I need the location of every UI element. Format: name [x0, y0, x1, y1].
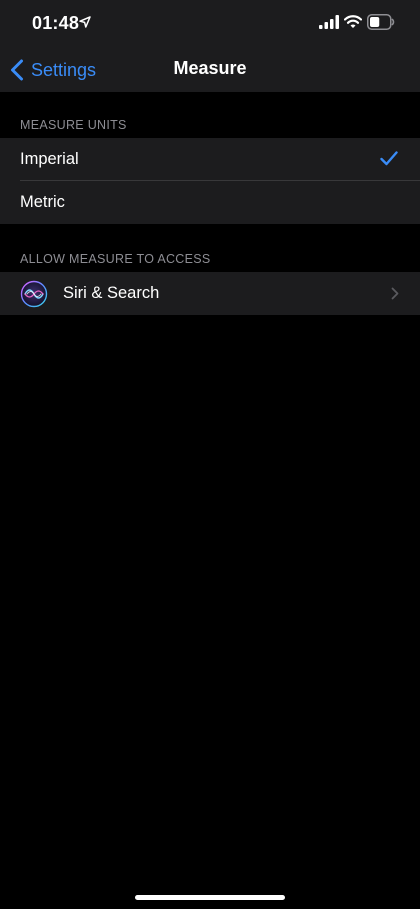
back-button-label: Settings	[31, 59, 97, 80]
unit-option-imperial[interactable]: Imperial	[0, 138, 420, 181]
section-header-allow-access: ALLOW MEASURE TO ACCESS	[20, 252, 211, 266]
back-button[interactable]: Settings	[10, 56, 96, 84]
chevron-left-icon	[11, 59, 23, 81]
location-arrow-icon	[79, 16, 91, 28]
section-header-measure-units: MEASURE UNITS	[20, 118, 127, 132]
status-time: 01:48	[32, 13, 80, 33]
siri-icon	[20, 280, 48, 308]
battery-icon	[367, 14, 395, 30]
chevron-right-icon	[391, 287, 399, 300]
cellular-signal-icon	[319, 15, 339, 29]
wifi-icon	[344, 15, 362, 28]
checkmark-icon	[380, 151, 398, 166]
siri-search-row[interactable]: Siri & Search	[0, 272, 420, 315]
unit-option-label: Imperial	[20, 150, 79, 168]
siri-search-label: Siri & Search	[63, 284, 160, 302]
home-indicator[interactable]	[135, 895, 285, 900]
navigation-bar: Measure Settings	[0, 48, 420, 92]
unit-option-metric[interactable]: Metric	[0, 181, 420, 224]
measure-units-group: Imperial Metric	[0, 138, 420, 224]
access-group: Siri & Search	[0, 272, 420, 315]
unit-option-label: Metric	[20, 193, 65, 211]
status-bar: 01:48	[0, 0, 420, 48]
